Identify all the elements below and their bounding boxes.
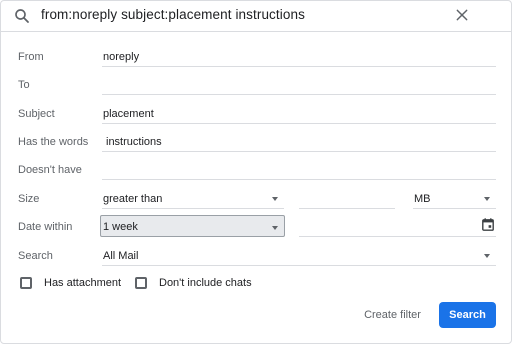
doesnt-have-label: Doesn't have (18, 164, 82, 176)
caret-down-icon (484, 254, 490, 258)
has-words-value: instructions (106, 136, 162, 148)
doesnt-have-field[interactable] (102, 158, 496, 180)
search-scope-row: Search All Mail (1, 244, 512, 272)
create-filter-button[interactable]: Create filter (356, 302, 429, 328)
has-words-label: Has the words (18, 136, 89, 148)
calendar-icon[interactable] (482, 218, 494, 231)
size-operator-select[interactable]: greater than (102, 187, 284, 209)
has-attachment-checkbox[interactable] (20, 277, 32, 289)
has-attachment-label[interactable]: Has attachment (44, 277, 121, 289)
date-within-value: 1 week (103, 221, 138, 233)
search-icon[interactable] (13, 7, 31, 25)
checkbox-row: Has attachment Don't include chats (1, 276, 512, 292)
to-label: To (18, 79, 30, 91)
size-unit-value: MB (414, 193, 431, 205)
subject-value: placement (103, 108, 154, 120)
has-words-field[interactable]: instructions (102, 130, 496, 152)
caret-down-icon (272, 197, 278, 201)
date-within-label: Date within (18, 221, 73, 233)
to-field[interactable] (102, 73, 496, 95)
search-query[interactable]: from:noreply subject:placement instructi… (41, 7, 305, 22)
search-scope-select[interactable]: All Mail (102, 244, 496, 266)
search-button[interactable]: Search (439, 302, 496, 328)
size-row: Size greater than MB (1, 187, 512, 215)
has-words-row: Has the words instructions (1, 130, 512, 158)
from-field[interactable]: noreply (102, 45, 496, 67)
date-within-row: Date within 1 week (1, 215, 512, 243)
subject-label: Subject (18, 108, 55, 120)
search-bar: from:noreply subject:placement instructi… (1, 1, 511, 32)
subject-row: Subject placement (1, 102, 512, 130)
date-within-select[interactable]: 1 week (100, 215, 285, 237)
doesnt-have-row: Doesn't have (1, 158, 512, 186)
advanced-search-dialog: from:noreply subject:placement instructi… (0, 0, 512, 344)
search-scope-label: Search (18, 250, 53, 262)
search-scope-value: All Mail (103, 250, 139, 262)
from-label: From (18, 51, 44, 63)
dont-include-chats-label[interactable]: Don't include chats (159, 277, 252, 289)
from-value: noreply (103, 51, 140, 63)
caret-down-icon (272, 226, 278, 230)
caret-down-icon (484, 197, 490, 201)
size-label: Size (18, 193, 40, 205)
size-operator-value: greater than (103, 193, 163, 205)
from-row: From noreply (1, 45, 512, 73)
to-row: To (1, 73, 512, 101)
size-unit-select[interactable]: MB (413, 187, 496, 209)
size-value-field[interactable] (299, 187, 395, 209)
close-icon[interactable] (454, 7, 470, 23)
subject-field[interactable]: placement (102, 102, 496, 124)
date-field[interactable] (299, 215, 496, 237)
dont-include-chats-checkbox[interactable] (135, 277, 147, 289)
